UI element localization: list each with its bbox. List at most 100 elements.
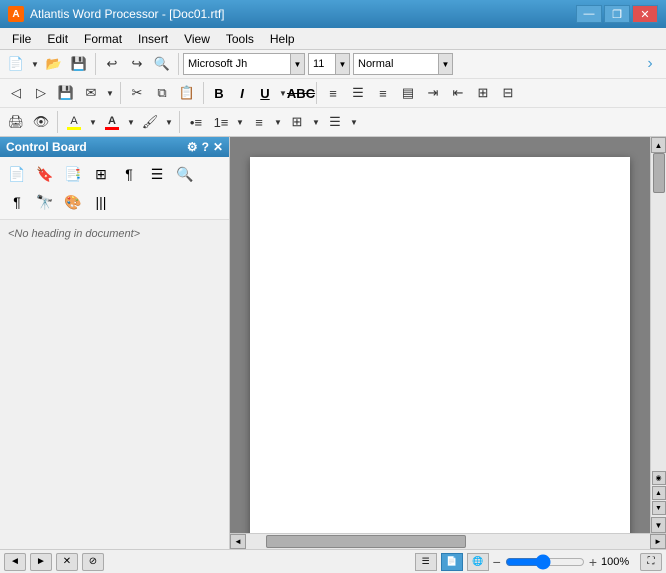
menu-item-file[interactable]: File [4, 28, 39, 49]
undo-button[interactable]: ↩ [100, 52, 124, 76]
menu-item-edit[interactable]: Edit [39, 28, 76, 49]
cut-button[interactable]: ✂ [125, 81, 149, 105]
doc-page-container[interactable] [230, 137, 650, 533]
cb-close-icon[interactable]: ✕ [213, 140, 223, 154]
style-dropdown[interactable]: ▼ [439, 53, 453, 75]
find-button[interactable]: 🔍 [150, 52, 174, 76]
view-web-button[interactable]: 🌐 [467, 553, 489, 571]
style-input[interactable] [353, 53, 439, 75]
view-normal-button[interactable]: ☰ [415, 553, 437, 571]
cb-help-icon[interactable]: ? [202, 140, 209, 154]
list4-button[interactable]: ☰ [323, 110, 347, 134]
numbered-list-button[interactable]: 1≡ [209, 110, 233, 134]
bold-button[interactable]: B [208, 82, 230, 104]
open-button[interactable]: 📂 [42, 52, 66, 76]
minimize-button[interactable]: — [576, 5, 602, 23]
scroll-up-button[interactable]: ▲ [651, 137, 666, 153]
list-dropdown[interactable]: ▼ [234, 110, 246, 134]
fullscreen-button[interactable]: ⛶ [640, 553, 662, 571]
menu-item-view[interactable]: View [176, 28, 218, 49]
copy-button[interactable]: ⧉ [150, 81, 174, 105]
zoom-slider[interactable] [505, 556, 585, 568]
cb-settings-icon[interactable]: ⚙ [187, 140, 198, 154]
columns2-button[interactable]: ⊟ [496, 81, 520, 105]
align-right-button[interactable]: ≡ [371, 81, 395, 105]
cb-btn-pages[interactable]: 📑 [60, 161, 86, 187]
format-painter-button[interactable]: 🖌 [138, 110, 162, 134]
style-combo[interactable]: ▼ [353, 53, 453, 75]
cb-btn-bookmarks[interactable]: 🔖 [32, 161, 58, 187]
scroll-track[interactable] [651, 153, 666, 469]
save-button[interactable]: 💾 [67, 52, 91, 76]
scroll-extra-1[interactable]: ◉ [652, 471, 666, 485]
toolbar-right-arrow[interactable]: › [638, 52, 662, 76]
cb-btn-para[interactable]: ¶ [4, 189, 30, 215]
scroll-down-button[interactable]: ▼ [651, 517, 666, 533]
underline-button[interactable]: U [254, 82, 276, 104]
nav-forward-button[interactable]: ▷ [29, 81, 53, 105]
font-name-combo[interactable]: ▼ [183, 53, 305, 75]
zoom-plus-icon[interactable]: + [589, 554, 597, 570]
print-preview-button[interactable]: 👁 [29, 110, 53, 134]
redo-button[interactable]: ↪ [125, 52, 149, 76]
scroll-thumb[interactable] [653, 153, 665, 193]
font-color-button[interactable]: A [100, 110, 124, 134]
font-name-dropdown[interactable]: ▼ [291, 53, 305, 75]
align-left-button[interactable]: ≡ [321, 81, 345, 105]
italic-button[interactable]: I [231, 82, 253, 104]
decrease-indent-button[interactable]: ⇤ [446, 81, 470, 105]
hscroll-left-button[interactable]: ◄ [230, 534, 246, 549]
mail-button[interactable]: ✉ [79, 81, 103, 105]
cb-btn-special[interactable]: ¶ [116, 161, 142, 187]
cb-btn-doc[interactable]: 📄 [4, 161, 30, 187]
list4-dropdown[interactable]: ▼ [348, 110, 360, 134]
font-name-input[interactable] [183, 53, 291, 75]
hscroll-thumb[interactable] [266, 535, 466, 548]
close-button[interactable]: ✕ [632, 5, 658, 23]
mail-dropdown-button[interactable]: ▼ [104, 81, 116, 105]
justify-button[interactable]: ▤ [396, 81, 420, 105]
new-dropdown-button[interactable]: ▼ [29, 52, 41, 76]
zoom-minus-icon[interactable]: − [493, 554, 501, 570]
cb-btn-marks[interactable]: ||| [88, 189, 114, 215]
format-painter-dropdown[interactable]: ▼ [163, 110, 175, 134]
increase-indent-button[interactable]: ⇥ [421, 81, 445, 105]
font-color-dropdown[interactable]: ▼ [125, 110, 137, 134]
list3-dropdown[interactable]: ▼ [310, 110, 322, 134]
print-button[interactable]: 🖨 [4, 110, 28, 134]
font-size-combo[interactable]: ▼ [308, 53, 350, 75]
restore-button[interactable]: ❐ [604, 5, 630, 23]
nav-skip-button[interactable]: ⊘ [82, 553, 104, 571]
menu-item-help[interactable]: Help [262, 28, 303, 49]
hscroll-right-button[interactable]: ► [650, 534, 666, 549]
nav-stop-button[interactable]: ✕ [56, 553, 78, 571]
nav-back-button[interactable]: ◁ [4, 81, 28, 105]
scroll-extra-3[interactable]: ▼ [652, 501, 666, 515]
list3-button[interactable]: ⊞ [285, 110, 309, 134]
strikethrough-button[interactable]: ABC [290, 82, 312, 104]
view-page-button[interactable]: 📄 [441, 553, 463, 571]
hscroll-track[interactable] [246, 534, 650, 549]
cb-btn-table[interactable]: ⊞ [88, 161, 114, 187]
font-size-dropdown[interactable]: ▼ [336, 53, 350, 75]
bullet-list-button[interactable]: •≡ [184, 110, 208, 134]
paste-button[interactable]: 📋 [175, 81, 199, 105]
scroll-extra-2[interactable]: ▲ [652, 486, 666, 500]
menu-item-format[interactable]: Format [76, 28, 130, 49]
doc-page[interactable] [250, 157, 630, 533]
menu-item-insert[interactable]: Insert [130, 28, 176, 49]
nav-next-button[interactable]: ► [30, 553, 52, 571]
cb-btn-zoom[interactable]: 🔍 [172, 161, 198, 187]
list2-button[interactable]: ≡ [247, 110, 271, 134]
save2-button[interactable]: 💾 [54, 81, 78, 105]
highlight-button[interactable]: A [62, 110, 86, 134]
columns-button[interactable]: ⊞ [471, 81, 495, 105]
font-size-input[interactable] [308, 53, 336, 75]
cb-btn-colors[interactable]: 🎨 [60, 189, 86, 215]
list2-dropdown[interactable]: ▼ [272, 110, 284, 134]
highlight-dropdown[interactable]: ▼ [87, 110, 99, 134]
menu-item-tools[interactable]: Tools [218, 28, 262, 49]
cb-btn-list[interactable]: ☰ [144, 161, 170, 187]
new-doc-button[interactable]: 📄 [4, 52, 28, 76]
align-center-button[interactable]: ☰ [346, 81, 370, 105]
